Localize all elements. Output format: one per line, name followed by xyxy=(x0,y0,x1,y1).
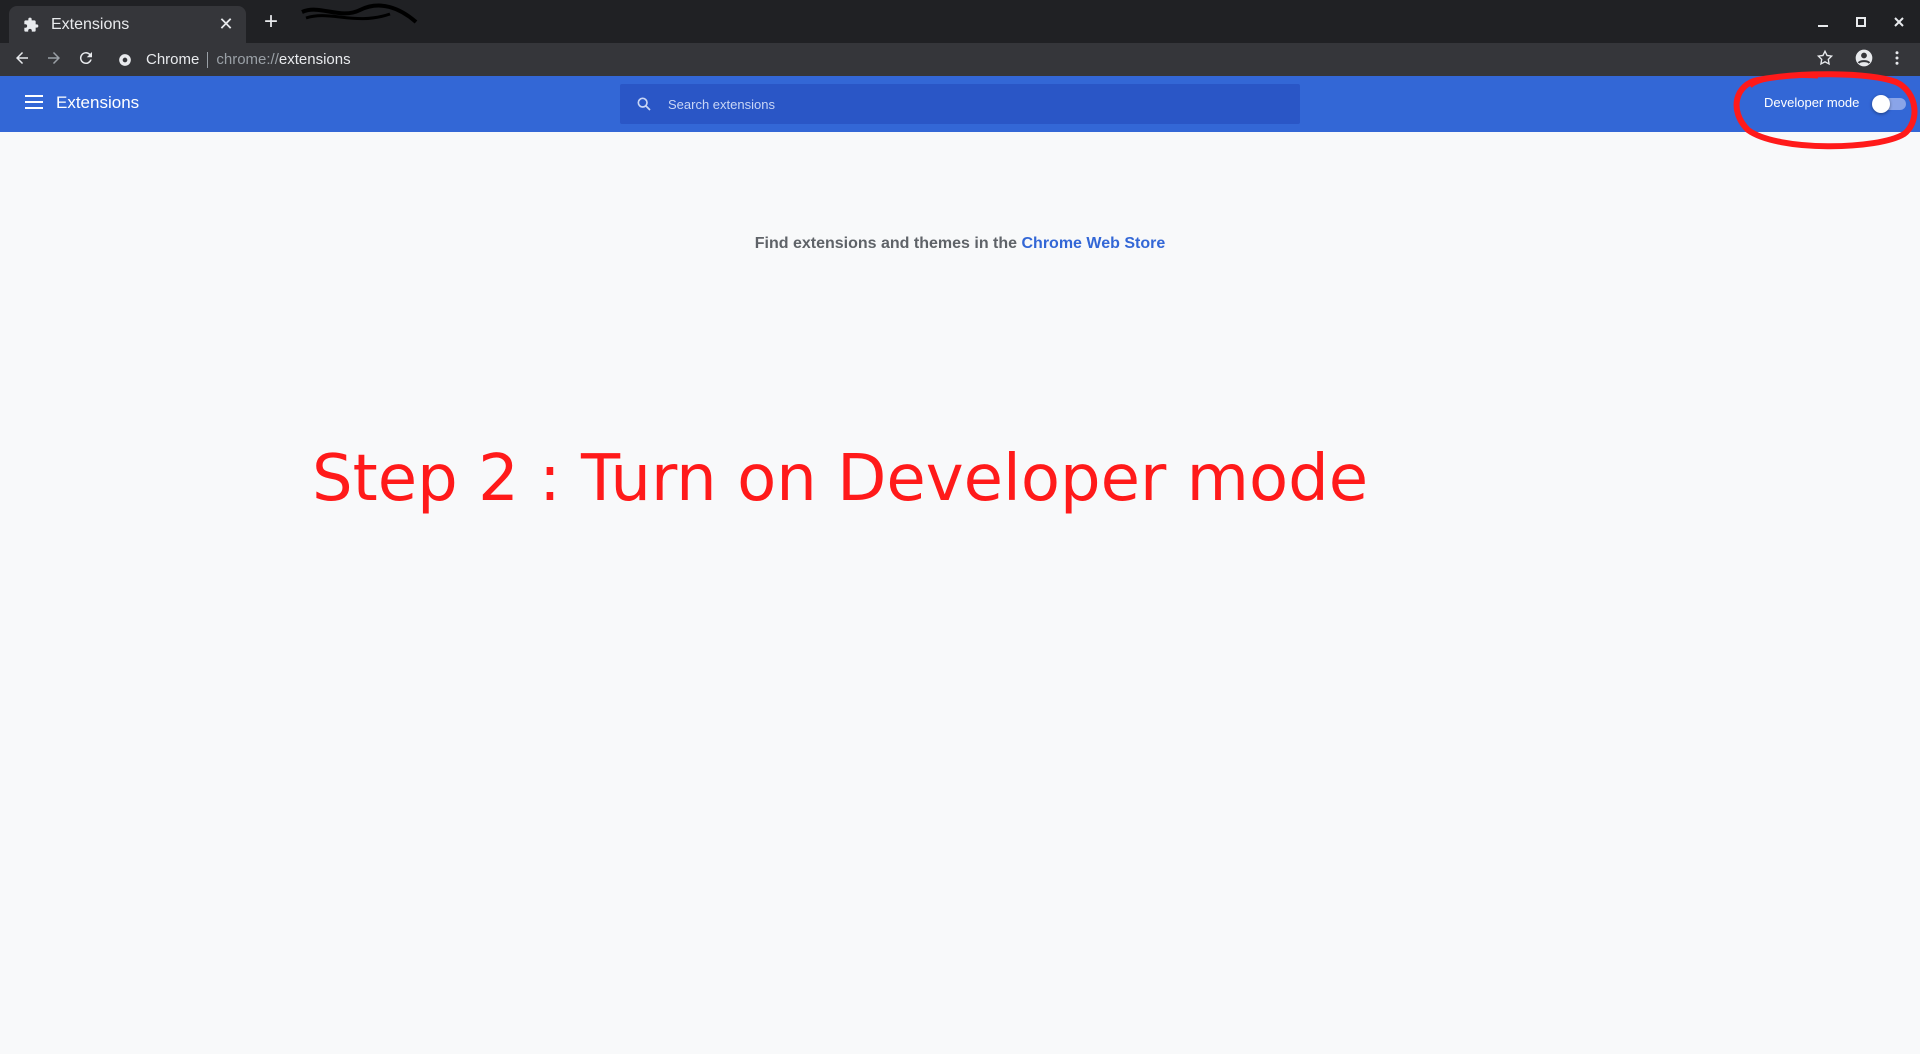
scribble-mark xyxy=(301,3,418,24)
maximize-icon[interactable] xyxy=(1849,10,1873,34)
tab-extensions[interactable]: Extensions ✕ xyxy=(9,6,246,43)
divider xyxy=(207,51,209,68)
search-bar[interactable] xyxy=(620,84,1300,124)
star-icon xyxy=(1816,49,1834,72)
reload-button[interactable] xyxy=(73,47,99,73)
browser-toolbar: Chrome chrome:// extensions xyxy=(0,43,1920,76)
more-vert-icon xyxy=(1888,49,1906,72)
main-menu-button[interactable] xyxy=(22,92,46,116)
url-path: extensions xyxy=(278,51,351,68)
browser-tabstrip: Extensions ✕ + xyxy=(0,0,1920,43)
store-message: Find extensions and themes in the Chrome… xyxy=(0,235,1920,253)
search-icon xyxy=(634,94,654,114)
search-input[interactable] xyxy=(666,95,1300,113)
site-chip: Chrome xyxy=(146,51,200,68)
account-circle-icon xyxy=(1854,48,1874,73)
forward-button[interactable] xyxy=(41,47,67,73)
arrow-right-icon xyxy=(45,49,63,72)
new-tab-button[interactable]: + xyxy=(259,10,283,34)
puzzle-icon xyxy=(21,15,41,35)
back-button[interactable] xyxy=(9,47,35,73)
tab-title: Extensions xyxy=(51,15,130,33)
arrow-left-icon xyxy=(13,49,31,72)
minimize-icon[interactable] xyxy=(1811,10,1835,34)
store-message-prefix: Find extensions and themes in the xyxy=(754,235,1022,252)
page-title: Extensions xyxy=(56,93,140,112)
extensions-header: Extensions Developer mode xyxy=(0,76,1920,132)
chrome-web-store-link[interactable]: Chrome Web Store xyxy=(1021,235,1165,252)
step-annotation: Step 2 : Turn on Developer mode xyxy=(312,442,1369,516)
chrome-logo-icon xyxy=(118,51,136,69)
close-icon[interactable] xyxy=(1887,10,1911,34)
reload-icon xyxy=(77,49,95,72)
tab-close-icon[interactable]: ✕ xyxy=(216,14,236,35)
omnibox[interactable]: Chrome chrome:// extensions xyxy=(110,46,1830,73)
annotation-circle xyxy=(1733,71,1918,150)
url-scheme: chrome:// xyxy=(216,51,279,68)
hamburger-icon xyxy=(25,94,43,114)
